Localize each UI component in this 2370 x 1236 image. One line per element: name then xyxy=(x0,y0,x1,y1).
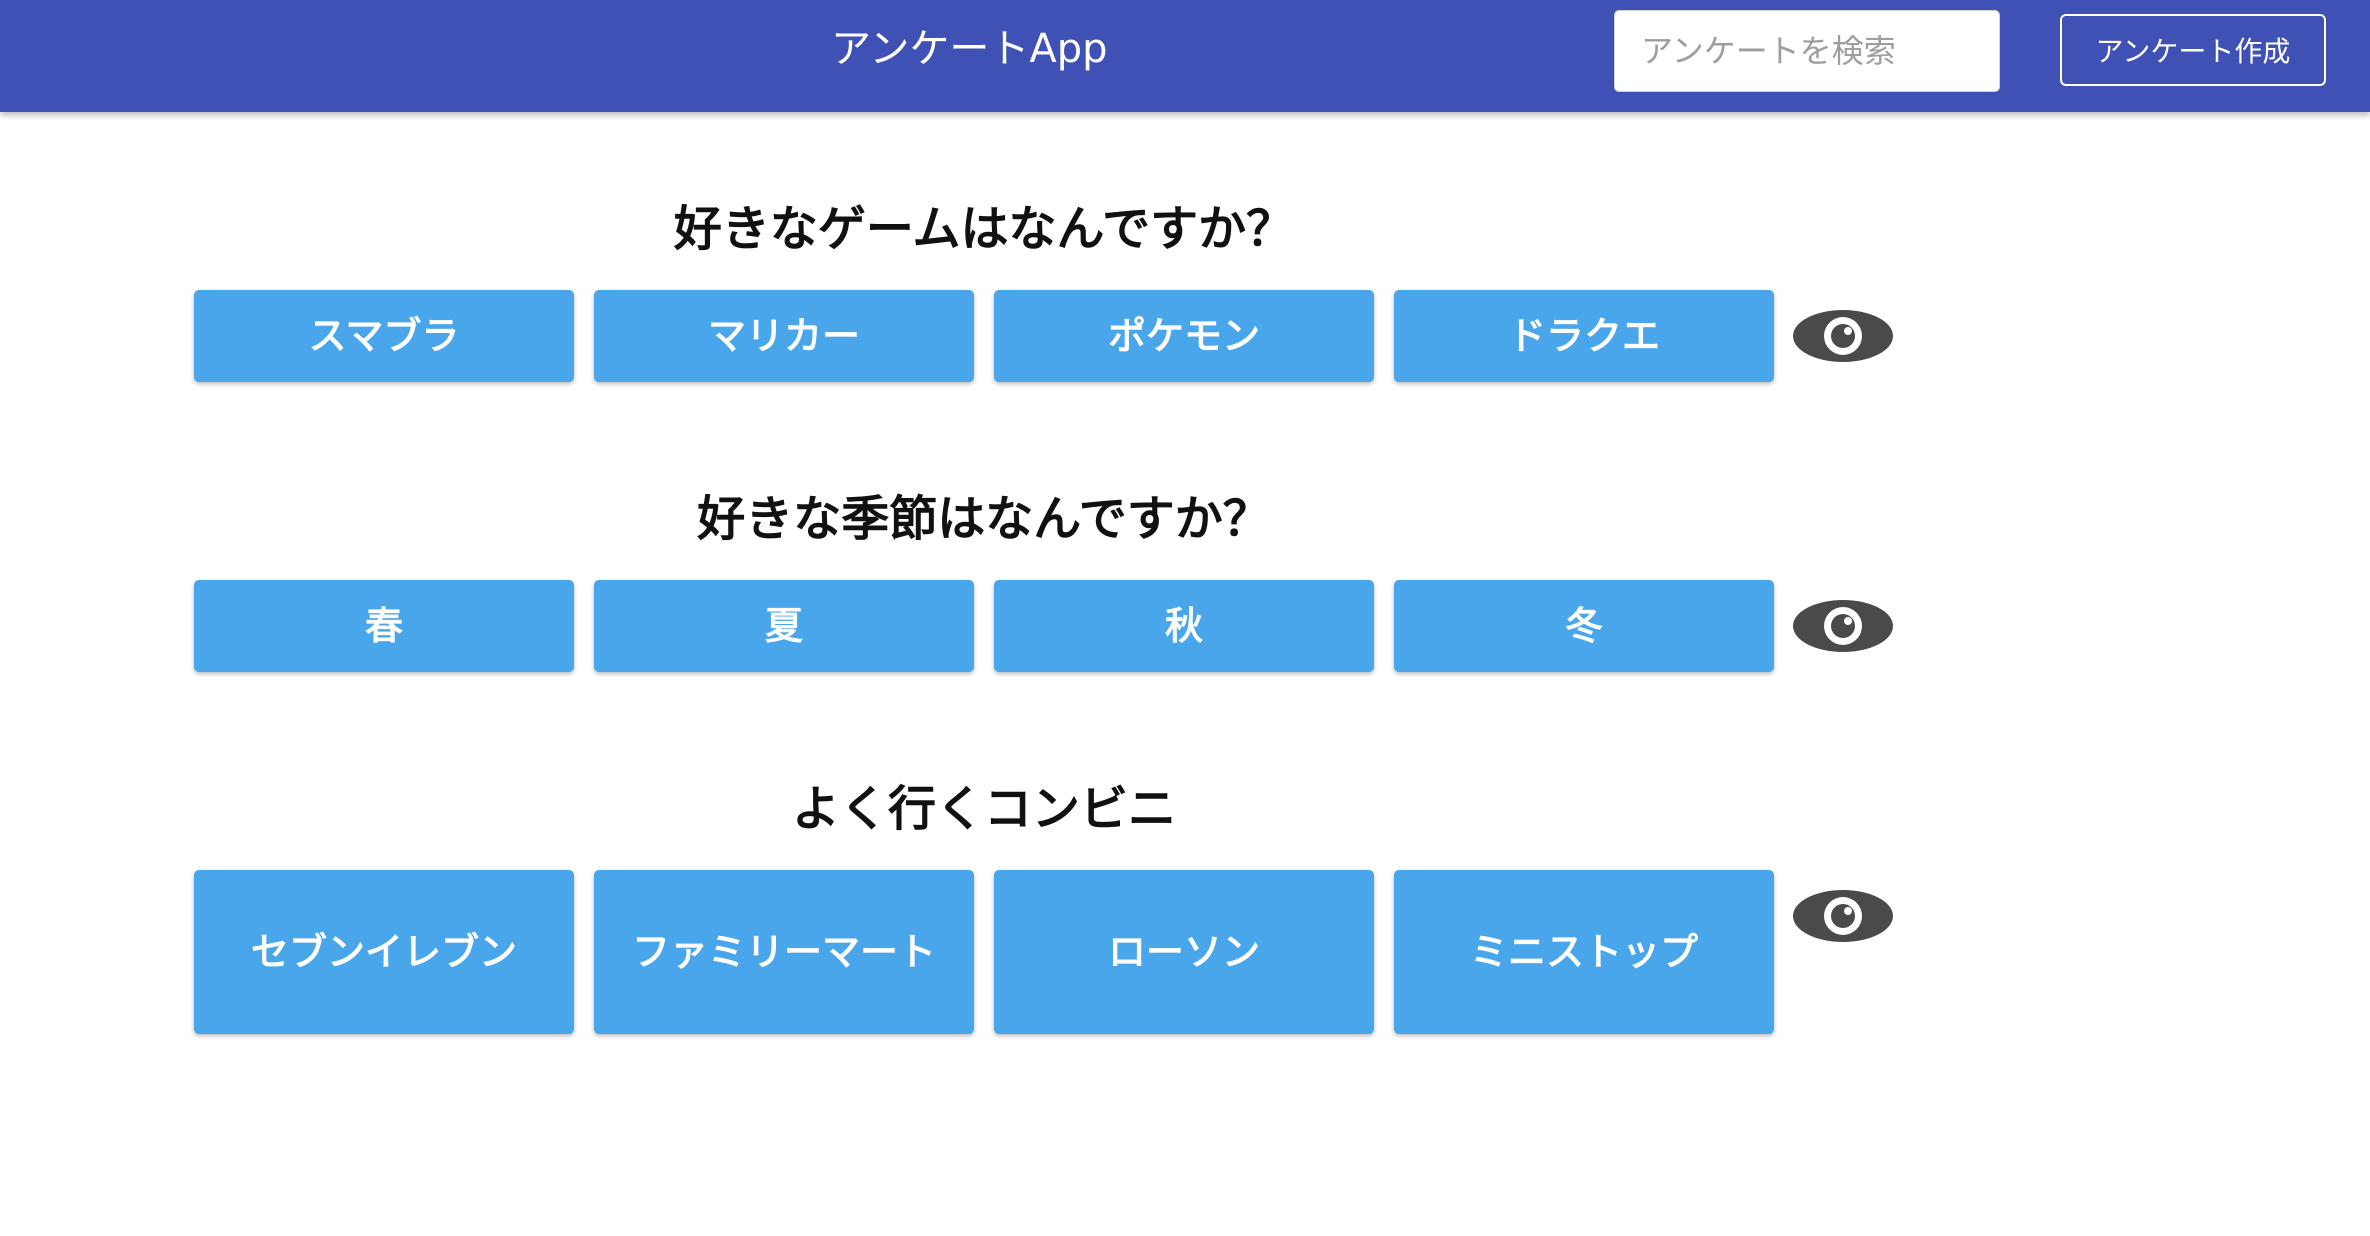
choice-button[interactable]: ローソン xyxy=(994,870,1374,1034)
create-survey-button[interactable]: アンケート作成 xyxy=(2060,14,2326,86)
choice-button[interactable]: スマブラ xyxy=(194,290,574,382)
choice-button[interactable]: 夏 xyxy=(594,580,974,672)
survey-card: よく行くコンビニ セブンイレブン ファミリーマート ローソン ミニストップ xyxy=(194,770,1894,1040)
choice-button[interactable]: マリカー xyxy=(594,290,974,382)
choice-button[interactable]: ミニストップ xyxy=(1394,870,1774,1034)
survey-question: よく行くコンビニ xyxy=(791,781,1176,837)
choice-button[interactable]: セブンイレブン xyxy=(194,870,574,1034)
choice-button[interactable]: ドラクエ xyxy=(1394,290,1774,382)
survey-question: 好きなゲームはなんですか？ xyxy=(673,201,1295,257)
survey-question: 好きな季節はなんですか？ xyxy=(697,491,1271,547)
app-header: アンケートApp アンケート作成 xyxy=(0,0,2370,112)
choice-button[interactable]: 秋 xyxy=(994,580,1374,672)
choice-button[interactable]: 冬 xyxy=(1394,580,1774,672)
survey-card: 好きな季節はなんですか？ 春 夏 秋 冬 xyxy=(194,480,1894,680)
app-title: アンケートApp xyxy=(831,26,1108,72)
eye-icon[interactable] xyxy=(1792,308,1894,364)
eye-icon[interactable] xyxy=(1792,888,1894,944)
choice-button[interactable]: 春 xyxy=(194,580,574,672)
survey-search-input[interactable] xyxy=(1614,10,2000,92)
choice-button[interactable]: ポケモン xyxy=(994,290,1374,382)
choice-button[interactable]: ファミリーマート xyxy=(594,870,974,1034)
survey-card: 好きなゲームはなんですか？ スマブラ マリカー ポケモン ドラクエ xyxy=(194,190,1894,390)
eye-icon[interactable] xyxy=(1792,598,1894,654)
